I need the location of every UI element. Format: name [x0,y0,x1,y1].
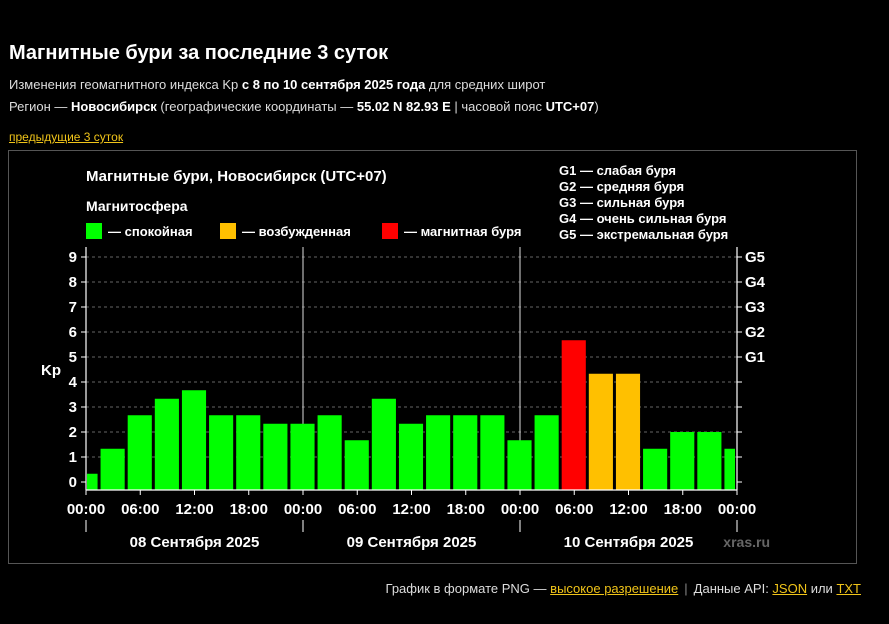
legend-title: Магнитосфера [86,198,188,214]
x-tick-label: 00:00 [284,501,322,518]
legend-swatch [382,223,398,239]
hires-link[interactable]: высокое разрешение [550,581,678,596]
kp-bar [507,440,532,490]
watermark: xras.ru [723,534,770,550]
footer: График в формате PNG — высокое разрешени… [385,581,861,596]
y-axis-label: Kp [41,362,61,379]
y-tick-label: 7 [69,299,77,316]
storm-level-label: G3 [745,299,765,316]
kp-bar [317,415,342,490]
legend-swatch [86,223,102,239]
storm-level-label: G1 [745,349,765,366]
kp-bar [588,373,613,490]
y-tick-label: 0 [69,474,77,491]
x-tick-label: 06:00 [121,501,159,518]
x-tick-label: 00:00 [501,501,539,518]
x-tick-label: 18:00 [447,501,485,518]
y-tick-label: 6 [69,324,77,341]
x-tick-label: 12:00 [609,501,647,518]
kp-bar [236,415,261,490]
storm-level-label: G4 [745,274,766,291]
x-tick-label: 18:00 [664,501,702,518]
kp-bar [426,415,451,490]
y-tick-label: 8 [69,274,77,291]
storm-legend-item: G1 — слабая буря [559,163,676,178]
kp-bar [615,373,641,490]
kp-bar [371,398,396,490]
x-tick-label: 06:00 [338,501,376,518]
storm-level-label: G2 [745,324,765,341]
legend-label: — магнитная буря [404,224,521,239]
y-tick-label: 2 [69,424,77,441]
kp-bar [263,423,288,490]
kp-bar [181,390,207,490]
json-link[interactable]: JSON [772,581,807,596]
kp-bar [290,423,315,490]
y-tick-label: 1 [69,449,77,466]
kp-bar [670,432,695,490]
legend-swatch [220,223,236,239]
storm-legend-item: G5 — экстремальная буря [559,227,728,242]
storm-legend-item: G3 — сильная буря [559,195,685,210]
x-tick-label: 06:00 [555,501,593,518]
kp-chart: 0 1 2 3 4 5 6 7 8 9 G1 G2 G3 G4 G5 Kp 00:00 06:00 12:00 18:… [41,163,770,551]
kp-bar [209,415,234,490]
day-label: 10 Сентября 2025 [564,534,694,551]
storm-legend-item: G2 — средняя буря [559,179,684,194]
y-tick-label: 4 [69,374,78,391]
storm-level-label: G5 [745,249,765,266]
kp-bar [480,415,505,490]
storm-legend-item: G4 — очень сильная буря [559,211,726,226]
kp-bar [344,440,369,490]
x-tick-label: 00:00 [67,501,105,518]
kp-bar [154,398,179,490]
kp-bar [643,448,668,490]
day-label: 08 Сентября 2025 [130,534,260,551]
kp-bar [127,415,152,490]
x-tick-label: 12:00 [392,501,430,518]
kp-bar [561,340,586,490]
legend-label: — возбужденная [242,224,351,239]
x-tick-label: 12:00 [175,501,213,518]
kp-bar [398,423,424,490]
txt-link[interactable]: TXT [836,581,861,596]
kp-bar [534,415,559,490]
x-tick-label: 18:00 [230,501,268,518]
chart-title: Магнитные бури, Новосибирск (UTC+07) [86,168,387,185]
day-label: 09 Сентября 2025 [347,534,477,551]
y-tick-label: 9 [69,249,77,266]
x-tick-label: 00:00 [718,501,756,518]
kp-bar [724,448,735,490]
kp-bar [87,473,98,490]
y-tick-label: 5 [69,349,77,366]
kp-bar [100,448,125,490]
legend-label: — спокойная [108,224,193,239]
y-tick-label: 3 [69,399,77,416]
kp-bar [453,415,478,490]
kp-bar [697,432,722,490]
